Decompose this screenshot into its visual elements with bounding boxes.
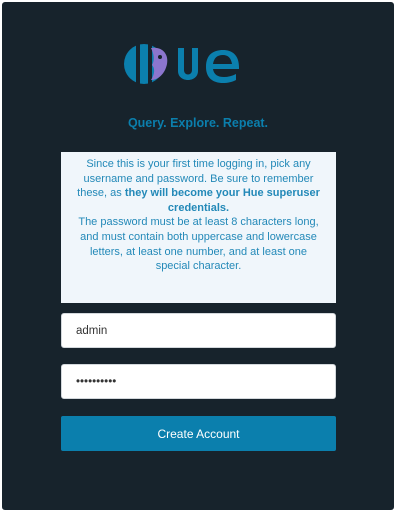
notice-emphasis: they will become your Hue superuser cred… — [124, 187, 320, 214]
create-account-button[interactable]: Create Account — [61, 416, 336, 451]
tagline: Query. Explore. Repeat. — [127, 116, 269, 130]
first-login-notice: Since this is your first time logging in… — [61, 152, 336, 303]
login-panel: Query. Explore. Repeat. Since this is yo… — [2, 2, 394, 510]
password-input[interactable] — [61, 364, 336, 399]
notice-paragraph: Since this is your first time logging in… — [73, 157, 324, 215]
password-requirements: The password must be at least 8 characte… — [78, 216, 319, 273]
username-input[interactable] — [61, 313, 336, 348]
hue-logo — [2, 38, 394, 90]
hue-logo-icon — [124, 44, 239, 84]
